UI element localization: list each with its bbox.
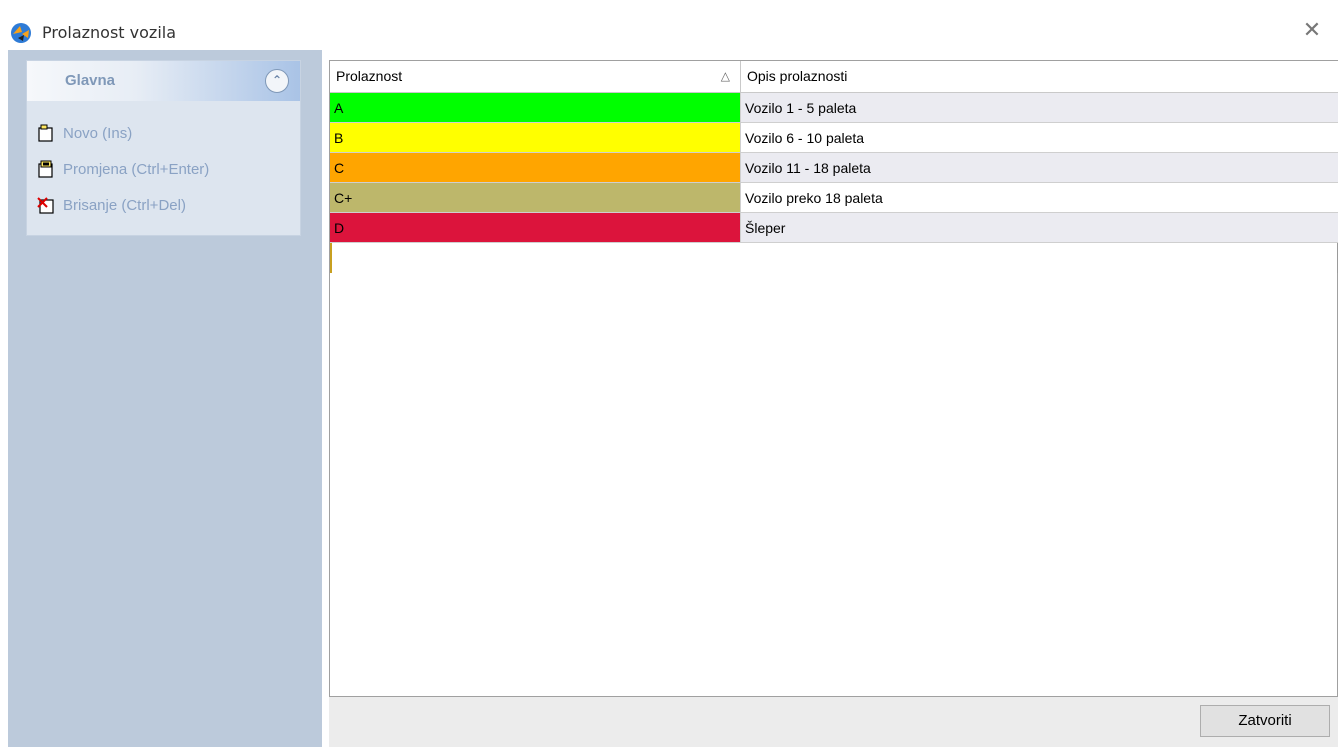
data-grid[interactable]: Prolaznost △ Opis prolaznosti A Vozilo 1… [329,60,1338,697]
column-header-prolaznost[interactable]: Prolaznost △ [330,61,741,92]
delete-document-icon [37,197,54,214]
collapse-icon[interactable]: ⌃ [265,69,289,93]
close-icon[interactable]: ✕ [1300,18,1324,42]
column-header-opis[interactable]: Opis prolaznosti [741,61,1338,92]
sort-ascending-icon: △ [720,69,730,83]
row-code[interactable]: D [330,213,741,243]
table-row[interactable]: C Vozilo 11 - 18 paleta [330,153,1338,183]
edit-document-icon [38,160,53,178]
row-code[interactable]: C+ [330,183,741,213]
grid-header: Prolaznost △ Opis prolaznosti [330,61,1338,93]
app-icon [11,23,31,43]
new-document-icon [38,124,53,142]
new-row-placeholder[interactable] [330,243,1338,273]
title-bar: Prolaznost vozila ✕ [0,0,1338,50]
row-desc[interactable]: Vozilo preko 18 paleta [741,183,1338,213]
row-desc[interactable]: Šleper [741,213,1338,243]
sidebar: Glavna ⌃ Novo (Ins) Promjena (Ctrl+Enter… [8,50,322,747]
row-code[interactable]: A [330,93,741,123]
close-button[interactable]: Zatvoriti [1200,705,1330,737]
window-title: Prolaznost vozila [42,23,177,42]
table-row[interactable]: D Šleper [330,213,1338,243]
row-code[interactable]: B [330,123,741,153]
table-row[interactable]: B Vozilo 6 - 10 paleta [330,123,1338,153]
action-group: Glavna ⌃ Novo (Ins) Promjena (Ctrl+Enter… [26,60,301,236]
edit-action-label: Promjena (Ctrl+Enter) [63,160,210,178]
new-action[interactable]: Novo (Ins) [37,121,132,145]
group-title: Glavna [65,72,116,89]
group-header[interactable]: Glavna ⌃ [27,61,300,101]
delete-action[interactable]: Brisanje (Ctrl+Del) [37,193,186,217]
delete-action-label: Brisanje (Ctrl+Del) [63,196,186,214]
table-row[interactable]: C+ Vozilo preko 18 paleta [330,183,1338,213]
table-row[interactable]: A Vozilo 1 - 5 paleta [330,93,1338,123]
row-desc[interactable]: Vozilo 11 - 18 paleta [741,153,1338,183]
row-code[interactable]: C [330,153,741,183]
row-desc[interactable]: Vozilo 1 - 5 paleta [741,93,1338,123]
edit-action[interactable]: Promjena (Ctrl+Enter) [37,157,209,181]
new-action-label: Novo (Ins) [63,124,133,142]
row-desc[interactable]: Vozilo 6 - 10 paleta [741,123,1338,153]
footer-bar: Zatvoriti [329,697,1338,747]
